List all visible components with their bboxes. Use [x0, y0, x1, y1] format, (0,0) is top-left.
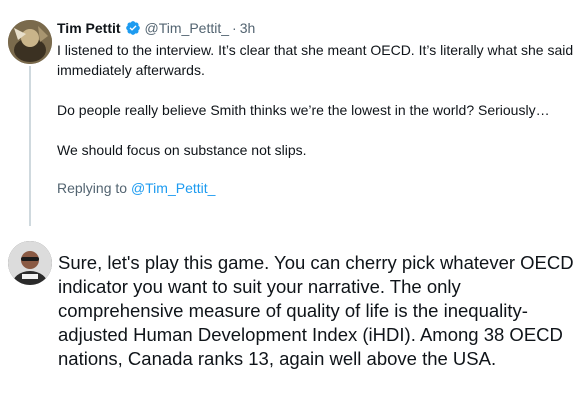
tweet-paragraph: Do people really believe Smith thinks we… — [57, 102, 550, 118]
original-tweet[interactable]: Tim Pettit @Tim_Pettit_ · 3h I listened … — [57, 18, 577, 198]
tweet-paragraph: We should focus on substance not slips. — [57, 142, 307, 158]
tweet-timestamp[interactable]: 3h — [240, 18, 256, 38]
replying-to-handle-link[interactable]: @Tim_Pettit_ — [131, 180, 216, 196]
verified-badge-icon — [125, 20, 141, 36]
author-handle[interactable]: @Tim_Pettit_ — [145, 18, 230, 38]
tweet-body: I listened to the interview. It’s clear … — [57, 40, 577, 160]
replying-to-line: Replying to @Tim_Pettit_ — [57, 178, 577, 198]
replying-to-label: Replying to — [57, 180, 128, 196]
thread-connector-line — [29, 66, 31, 226]
reply-body: Sure, let's play this game. You can cher… — [58, 252, 574, 369]
tim-pettit-avatar[interactable] — [8, 20, 52, 64]
reply-author-avatar[interactable] — [8, 241, 52, 285]
author-name[interactable]: Tim Pettit — [57, 18, 121, 38]
tweet-paragraph: I listened to the interview. It’s clear … — [57, 42, 574, 78]
tweet-header: Tim Pettit @Tim_Pettit_ · 3h — [57, 18, 577, 38]
header-separator: · — [232, 20, 237, 36]
